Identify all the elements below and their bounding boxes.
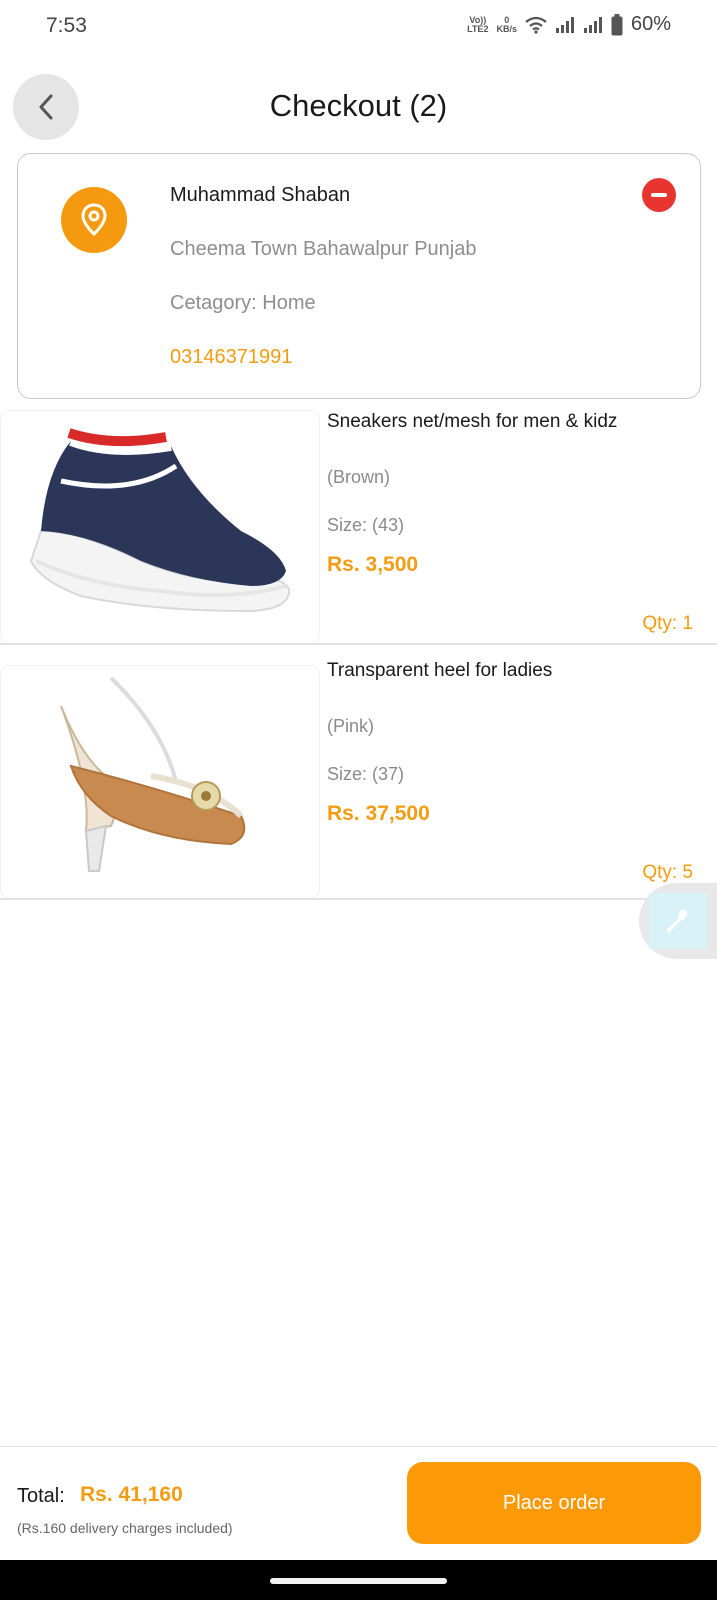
status-bar: 7:53 Vo)) LTE2 0 KB/s 60% (0, 0, 717, 56)
item-color: (Brown) (327, 467, 391, 487)
item-price: Rs. 3,500 (327, 553, 419, 576)
system-nav-bar (0, 1560, 717, 1600)
status-time: 7:53 (46, 14, 87, 37)
delivery-note: (Rs.160 delivery charges included) (17, 1520, 233, 1536)
place-order-button[interactable]: Place order (407, 1462, 701, 1544)
item-title: Sneakers net/mesh for men & kidz (327, 411, 618, 432)
heel-image (0, 665, 320, 899)
address-line: Cheema Town Bahawalpur Punjab (170, 238, 477, 260)
address-card[interactable]: Muhammad Shaban Cheema Town Bahawalpur P… (17, 153, 701, 399)
total-value: Rs. 41,160 (80, 1483, 183, 1506)
battery-icon (611, 13, 623, 35)
data-rate-indicator: 0 KB/s (496, 14, 517, 34)
home-indicator[interactable] (270, 1578, 447, 1584)
battery-percent: 60% (630, 13, 671, 35)
remove-address-button[interactable] (642, 178, 676, 212)
signal-icon (555, 16, 574, 33)
address-name: Muhammad Shaban (170, 184, 351, 206)
cart-item[interactable]: Transparent heel for ladies (Pink) Size:… (0, 660, 717, 900)
item-price: Rs. 37,500 (327, 802, 430, 825)
cart-item[interactable]: Sneakers net/mesh for men & kidz (Brown)… (0, 405, 717, 645)
floating-tool-button[interactable] (639, 883, 717, 959)
address-category: Cetagory: Home (170, 292, 316, 314)
item-divider (0, 643, 717, 645)
address-phone: 03146371991 (170, 346, 293, 368)
item-divider (0, 898, 717, 900)
sneaker-image (0, 410, 320, 644)
item-size: Size: (43) (327, 515, 405, 535)
wifi-icon (525, 16, 547, 34)
remove-circle-icon (651, 193, 667, 197)
item-qty[interactable]: Qty: 5 (642, 862, 693, 884)
footer-divider (0, 1446, 717, 1447)
item-size: Size: (37) (327, 764, 405, 784)
signal-icon-2 (583, 16, 602, 33)
page-title: Checkout (2) (269, 88, 448, 123)
item-qty[interactable]: Qty: 1 (642, 613, 693, 635)
total-label: Total: (17, 1485, 65, 1507)
location-pin-icon (61, 187, 127, 253)
volte-indicator: Vo)) LTE2 (467, 14, 489, 34)
item-title: Transparent heel for ladies (327, 660, 553, 681)
status-icons: Vo)) LTE2 0 KB/s 60% (467, 13, 671, 36)
eyedropper-icon (667, 909, 688, 932)
item-color: (Pink) (327, 716, 375, 736)
